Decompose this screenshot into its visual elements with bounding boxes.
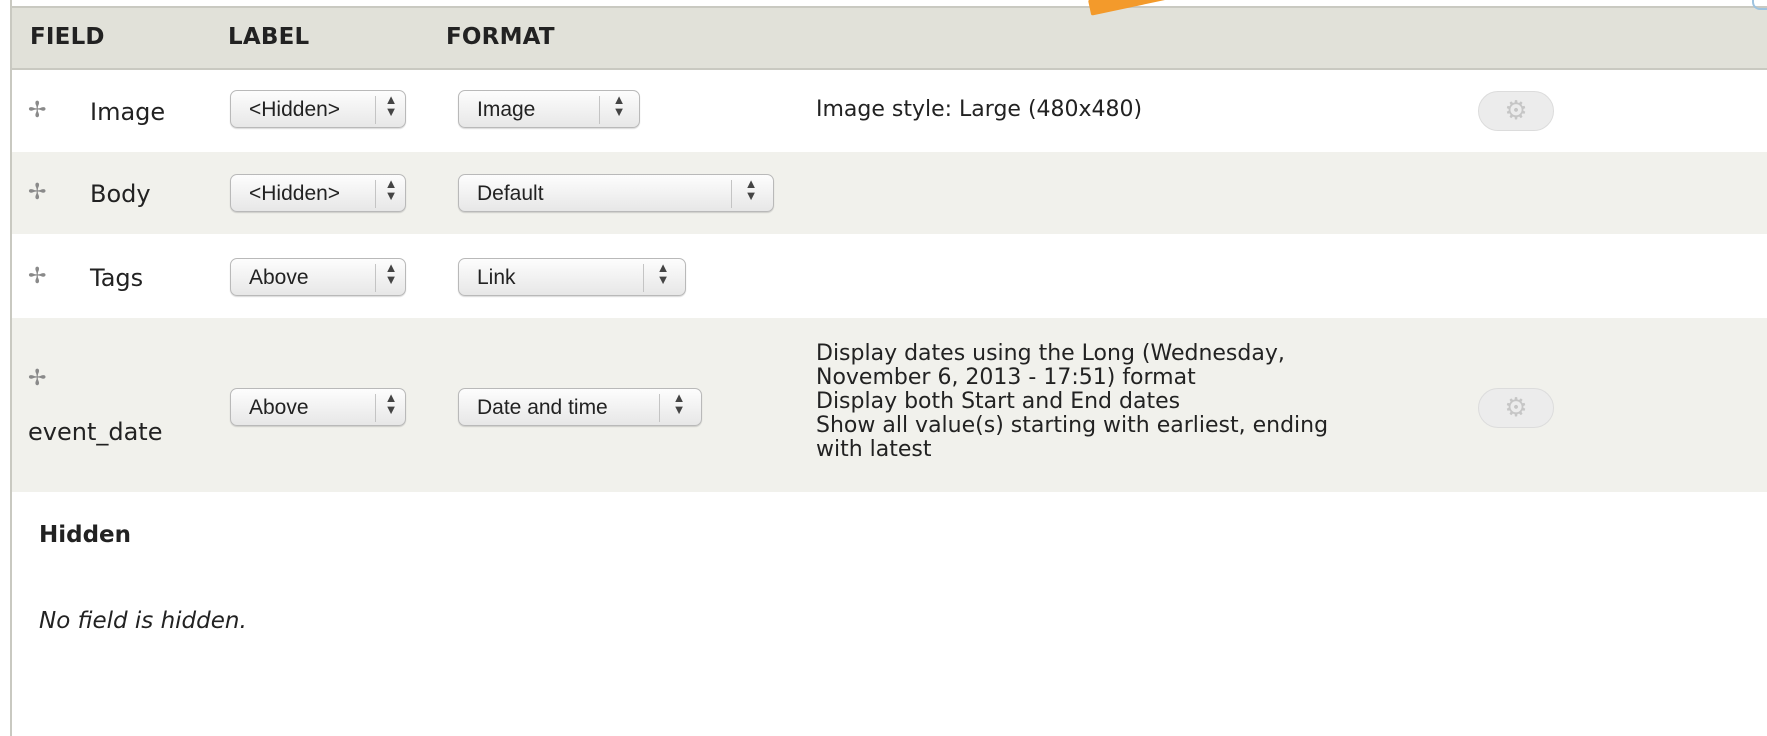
up-down-arrows-icon: ▲ ▼ — [384, 390, 398, 417]
hidden-empty-message: No field is hidden. — [39, 608, 247, 634]
label-select[interactable]: Above ▲ ▼ — [230, 388, 406, 426]
column-header-field: FIELD — [30, 24, 105, 50]
hidden-section-title: Hidden — [39, 522, 132, 548]
label-select-value: <Hidden> — [249, 98, 341, 121]
table-row: ✢ event_date Above ▲ ▼ Date and time ▲ ▼ D… — [12, 318, 1767, 492]
summary-line: Show all value(s) starting with earliest… — [816, 413, 1329, 438]
format-select-value: Default — [477, 182, 544, 205]
field-name: Body — [90, 180, 151, 208]
field-name: Tags — [90, 264, 144, 292]
gear-icon[interactable]: ⚙ — [1478, 91, 1554, 131]
column-header-format: FORMAT — [446, 24, 555, 50]
summary-line: with latest — [816, 437, 932, 462]
up-down-arrows-icon: ▲ ▼ — [612, 92, 626, 119]
summary-line: Display both Start and End dates — [816, 389, 1181, 414]
label-select-value: Above — [249, 396, 309, 419]
column-header-label: LABEL — [228, 24, 310, 50]
label-select-value: Above — [249, 266, 309, 289]
up-down-arrows-icon: ▲ ▼ — [672, 390, 686, 417]
format-select[interactable]: Default ▲ ▼ — [458, 174, 774, 212]
drag-handle-icon[interactable]: ✢ — [28, 100, 46, 122]
up-down-arrows-icon: ▲ ▼ — [384, 260, 398, 287]
summary-line: Display dates using the Long (Wednesday, — [816, 341, 1285, 366]
format-select[interactable]: Image ▲ ▼ — [458, 90, 640, 128]
table-row: ✢ Body <Hidden> ▲ ▼ Default ▲ ▼ — [12, 152, 1767, 234]
format-select-value: Image — [477, 98, 536, 121]
up-down-arrows-icon: ▲ ▼ — [384, 176, 398, 203]
drag-handle-icon[interactable]: ✢ — [28, 266, 46, 288]
format-select[interactable]: Link ▲ ▼ — [458, 258, 686, 296]
drag-handle-icon[interactable]: ✢ — [28, 182, 46, 204]
label-select[interactable]: <Hidden> ▲ ▼ — [230, 90, 406, 128]
label-select-value: <Hidden> — [249, 182, 341, 205]
format-select-value: Date and time — [477, 396, 608, 419]
up-down-arrows-icon: ▲ ▼ — [384, 92, 398, 119]
gear-icon[interactable]: ⚙ — [1478, 388, 1554, 428]
label-select[interactable]: <Hidden> ▲ ▼ — [230, 174, 406, 212]
format-select-value: Link — [477, 266, 516, 289]
summary-line: November 6, 2013 - 17:51) format — [816, 365, 1196, 390]
format-summary: Image style: Large (480x480) — [816, 97, 1143, 122]
table-header: FIELD LABEL FORMAT — [12, 6, 1767, 70]
drag-handle-icon[interactable]: ✢ — [28, 368, 46, 390]
table-row: ✢ Tags Above ▲ ▼ Link ▲ ▼ — [12, 234, 1767, 318]
label-select[interactable]: Above ▲ ▼ — [230, 258, 406, 296]
field-display-table: FIELD LABEL FORMAT ✢ Image <Hidden> ▲ ▼ I… — [10, 0, 1767, 736]
table-row: ✢ Image <Hidden> ▲ ▼ Image ▲ ▼ Image style… — [12, 70, 1767, 152]
field-name: event_date — [28, 418, 163, 446]
field-name: Image — [90, 98, 166, 126]
up-down-arrows-icon: ▲ ▼ — [656, 260, 670, 287]
up-down-arrows-icon: ▲ ▼ — [744, 176, 758, 203]
format-select[interactable]: Date and time ▲ ▼ — [458, 388, 702, 426]
